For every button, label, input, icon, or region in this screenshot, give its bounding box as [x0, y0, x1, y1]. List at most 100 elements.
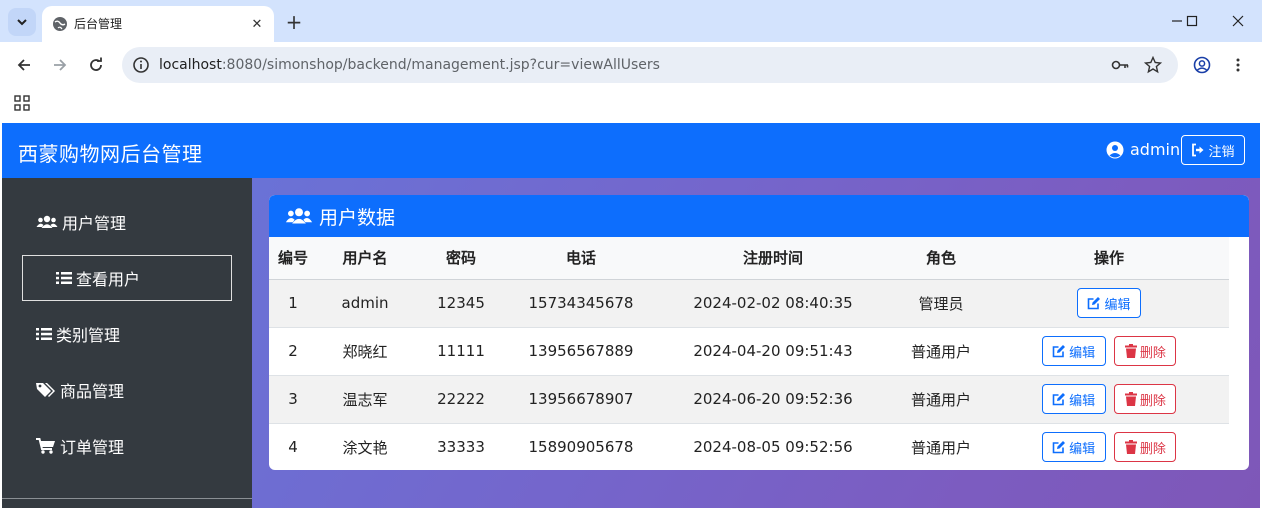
sidebar-item-label: 类别管理 [56, 326, 121, 345]
edit-icon [1052, 441, 1066, 454]
close-tab-icon[interactable]: ✕ [248, 15, 266, 33]
profile-icon [1193, 56, 1211, 74]
url-text[interactable]: localhost:8080/simonshop/backend/managem… [159, 57, 660, 73]
current-user: admin [1106, 140, 1180, 159]
cell-phone: 15890905678 [528, 438, 634, 456]
browser-toolbar: localhost:8080/simonshop/backend/managem… [0, 42, 1262, 88]
delete-label: 删除 [1139, 393, 1166, 409]
edit-label: 编辑 [1069, 393, 1096, 409]
edit-icon [1088, 297, 1101, 310]
apps-grid-icon[interactable] [14, 95, 30, 111]
maximize-button[interactable] [1177, 8, 1207, 34]
list-icon [36, 328, 52, 340]
site-info-icon[interactable] [132, 56, 150, 74]
cell-role: 普通用户 [910, 390, 971, 409]
cell-password: 22222 [437, 390, 485, 408]
cell-actions: 编辑 删除 [989, 327, 1229, 375]
edit-button[interactable]: 编辑 [1041, 384, 1106, 414]
edit-button[interactable]: 编辑 [1041, 432, 1106, 462]
user-data-card: 用户数据 编号 用户名 密码 电话 注册时间 角色 操作 1 admin 123… [269, 195, 1249, 470]
app-header: 西蒙购物网后台管理 admin 注销 [2, 123, 1260, 178]
cell-actions: 编辑 删除 [989, 375, 1229, 423]
sidebar-item-order-management[interactable]: 订单管理 [36, 434, 124, 458]
new-tab-button[interactable]: + [282, 10, 306, 34]
username-label: admin [1130, 140, 1181, 159]
cell-id: 1 [288, 294, 298, 312]
password-key-button[interactable] [1110, 55, 1130, 75]
edit-label: 编辑 [1069, 441, 1096, 457]
cell-registered: 2024-02-02 08:40:35 [693, 294, 853, 312]
table-row: 2 郑晓红 11111 13956567889 2024-04-20 09:51… [269, 327, 1229, 375]
arrow-right-icon [54, 59, 67, 71]
column-header: 编号 [269, 237, 317, 280]
edit-button[interactable]: 编辑 [1041, 336, 1106, 366]
arrow-left-icon [17, 59, 30, 71]
tab-search-button[interactable] [8, 8, 36, 36]
brand-title: 西蒙购物网后台管理 [18, 142, 203, 166]
users-table: 编号 用户名 密码 电话 注册时间 角色 操作 1 admin 12345 15… [269, 237, 1229, 470]
url-path: :8080/simonshop/backend/management.jsp?c… [221, 57, 660, 73]
edit-label: 编辑 [1069, 345, 1096, 361]
sidebar-item-user-management[interactable]: 用户管理 [36, 210, 126, 234]
cell-username: admin [341, 294, 389, 312]
edit-icon [1052, 345, 1066, 358]
table-row: 3 温志军 22222 13956678907 2024-06-20 09:52… [269, 375, 1229, 423]
browser-tab[interactable]: 后台管理 ✕ [42, 6, 274, 42]
cell-registered: 2024-06-20 09:52:36 [693, 390, 853, 408]
back-button[interactable] [11, 52, 37, 78]
column-header: 电话 [509, 237, 653, 280]
close-window-button[interactable] [1223, 8, 1253, 34]
cart-icon [36, 438, 55, 454]
sidebar-subitem-view-users[interactable]: 查看用户 [56, 266, 140, 290]
star-icon [1144, 56, 1162, 74]
card-header: 用户数据 [269, 195, 1249, 237]
table-header-row: 编号 用户名 密码 电话 注册时间 角色 操作 [269, 237, 1229, 280]
profile-button[interactable] [1189, 52, 1215, 78]
forward-button[interactable] [47, 52, 73, 78]
main-content: 用户数据 编号 用户名 密码 电话 注册时间 角色 操作 1 admin 123… [252, 178, 1260, 508]
sidebar-divider [2, 498, 252, 499]
reload-button[interactable] [83, 52, 109, 78]
logout-button[interactable]: 注销 [1181, 135, 1245, 165]
cell-password: 11111 [437, 342, 485, 360]
address-bar[interactable]: localhost:8080/simonshop/backend/managem… [122, 47, 1178, 83]
table-row: 4 涂文艳 33333 15890905678 2024-08-05 09:52… [269, 423, 1229, 470]
card-title: 用户数据 [319, 206, 396, 229]
edit-button[interactable]: 编辑 [1077, 288, 1141, 318]
column-header: 操作 [989, 237, 1229, 280]
sidebar-item-category-management[interactable]: 类别管理 [36, 322, 120, 346]
cell-id: 3 [288, 390, 298, 408]
globe-icon [53, 17, 67, 31]
cell-role: 普通用户 [910, 342, 971, 361]
browser-menu-button[interactable] [1225, 52, 1251, 78]
cell-phone: 15734345678 [528, 294, 634, 312]
cell-actions: 编辑 [989, 279, 1229, 327]
sidebar-item-view-users[interactable]: 查看用户 [22, 255, 232, 301]
delete-button[interactable]: 删除 [1114, 432, 1177, 462]
user-circle-icon [1106, 141, 1124, 158]
cell-role: 普通用户 [910, 438, 971, 457]
cell-registered: 2024-04-20 09:51:43 [693, 342, 853, 360]
cell-username: 涂文艳 [342, 438, 388, 457]
delete-label: 删除 [1139, 345, 1166, 361]
cell-registered: 2024-08-05 09:52:56 [693, 438, 853, 456]
sidebar-item-label: 查看用户 [76, 270, 141, 289]
trash-icon [1124, 344, 1137, 358]
sidebar: 用户管理 查看用户 类别管理 商品管理 订单管理 [2, 178, 252, 508]
edit-icon [1052, 393, 1066, 406]
cell-phone: 13956567889 [528, 342, 634, 360]
cell-password: 33333 [437, 438, 485, 456]
tab-title: 后台管理 [74, 17, 123, 31]
delete-button[interactable]: 删除 [1114, 384, 1177, 414]
delete-button[interactable]: 删除 [1114, 336, 1177, 366]
cell-username: 温志军 [342, 390, 388, 409]
cell-password: 12345 [437, 294, 485, 312]
table-row: 1 admin 12345 15734345678 2024-02-02 08:… [269, 279, 1229, 327]
sign-out-icon [1192, 143, 1204, 157]
bookmark-star-button[interactable] [1143, 55, 1163, 75]
column-header: 注册时间 [653, 237, 893, 280]
users-icon [36, 215, 58, 228]
sidebar-item-label: 商品管理 [60, 382, 125, 401]
sidebar-item-product-management[interactable]: 商品管理 [36, 378, 124, 402]
cell-id: 4 [288, 438, 298, 456]
